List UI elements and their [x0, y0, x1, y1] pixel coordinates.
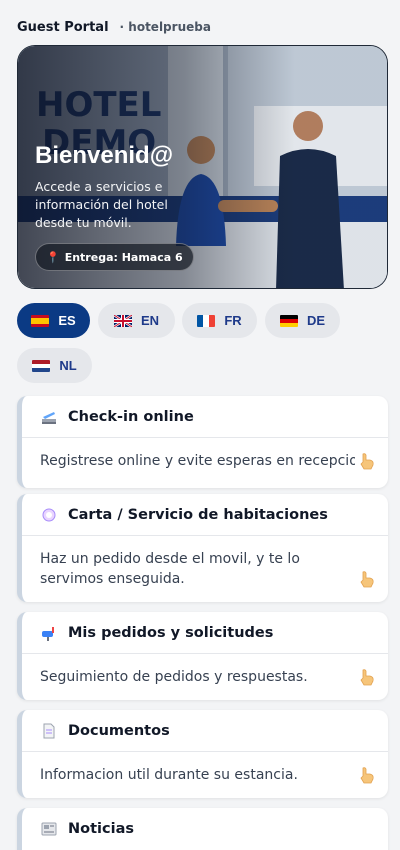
pointing-hand-icon	[360, 453, 374, 470]
pointing-hand-icon	[360, 669, 374, 686]
location-pin-icon: 📍	[46, 250, 60, 264]
language-label: NL	[59, 358, 77, 373]
delivery-location-badge[interactable]: 📍 Entrega: Hamaca 6	[35, 243, 194, 271]
mailbox-icon	[41, 625, 57, 641]
language-label: ES	[58, 313, 76, 328]
france-flag-icon	[197, 314, 216, 327]
language-label: FR	[224, 313, 242, 328]
hotel-name: · hotelprueba	[119, 20, 211, 34]
uk-flag-icon	[113, 314, 132, 327]
spain-flag-icon	[31, 314, 50, 327]
netherlands-flag-icon	[32, 359, 51, 372]
language-es-button[interactable]: ES	[17, 303, 90, 338]
card-title: Carta / Servicio de habitaciones	[68, 506, 328, 523]
language-label: EN	[140, 313, 160, 328]
card-title: Check-in online	[68, 408, 194, 425]
card-documents[interactable]: Documentos Informacion util durante su e…	[17, 710, 388, 798]
card-title: Mis pedidos y solicitudes	[68, 624, 274, 641]
card-description: Haz un pedido desde el movil, y te lo se…	[40, 551, 300, 587]
card-room-service[interactable]: Carta / Servicio de habitaciones Haz un …	[17, 494, 388, 602]
germany-flag-icon	[279, 314, 298, 327]
pointing-hand-icon	[360, 767, 374, 784]
card-news[interactable]: Noticias	[17, 808, 388, 850]
hero-banner: HOTEL DEMO Bienvenid@ Accede a servicios…	[17, 45, 388, 289]
newspaper-icon	[41, 821, 57, 837]
language-en-button[interactable]: EN	[98, 303, 175, 338]
card-description: Registrese online y evite esperas en rec…	[40, 453, 355, 469]
document-icon	[41, 723, 57, 739]
language-de-button[interactable]: DE	[265, 303, 340, 338]
language-label: DE	[306, 313, 326, 328]
card-check-in[interactable]: Check-in online Registrese online y evit…	[17, 396, 388, 488]
pointing-hand-icon	[360, 571, 374, 588]
language-fr-button[interactable]: FR	[182, 303, 257, 338]
top-bar: Guest Portal · hotelprueba	[17, 17, 211, 37]
welcome-subtitle: Accede a servicios e información del hot…	[35, 179, 168, 230]
language-nl-button[interactable]: NL	[17, 348, 92, 383]
card-title: Documentos	[68, 722, 170, 739]
check-in-icon	[41, 409, 57, 425]
delivery-location-label: Entrega: Hamaca 6	[64, 250, 183, 264]
card-description: Seguimiento de pedidos y respuestas.	[40, 669, 308, 685]
card-my-orders[interactable]: Mis pedidos y solicitudes Seguimiento de…	[17, 612, 388, 700]
card-title: Noticias	[68, 821, 134, 837]
welcome-title: Bienvenid@	[35, 142, 174, 169]
brand-title: Guest Portal	[17, 19, 109, 35]
plate-icon	[41, 507, 57, 523]
card-description: Informacion util durante su estancia.	[40, 767, 298, 783]
